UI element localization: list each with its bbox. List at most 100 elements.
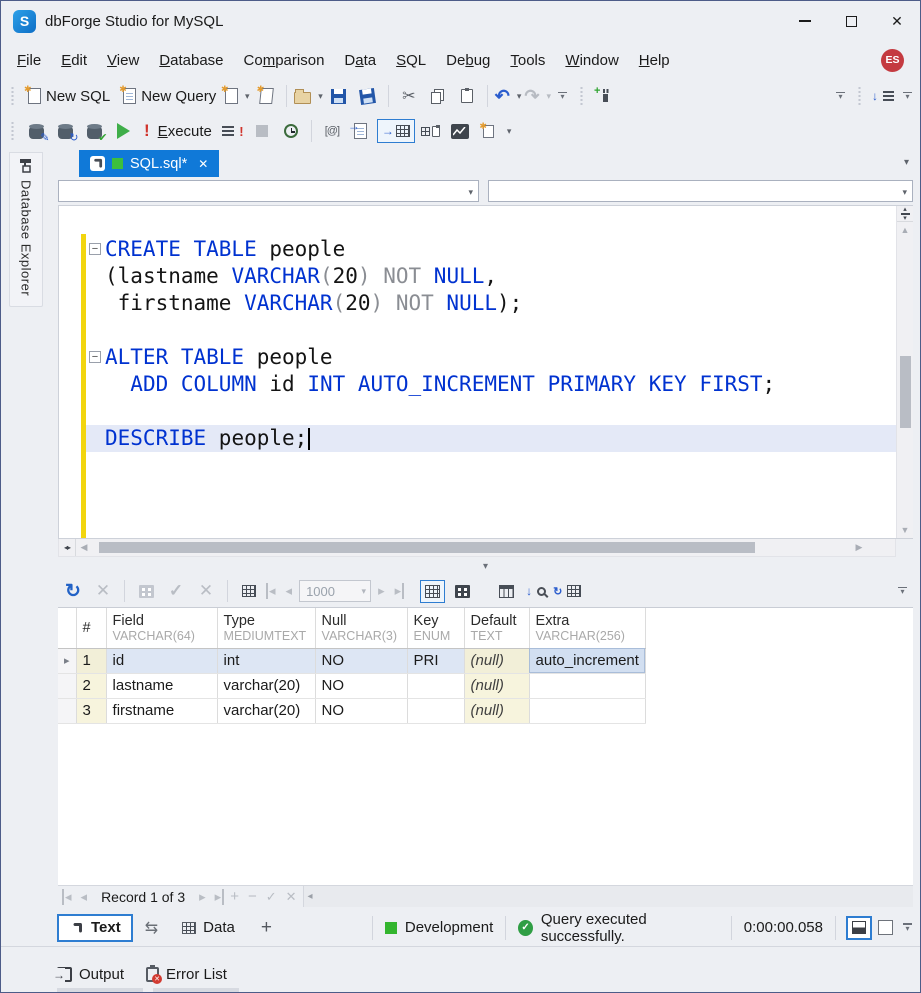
toolbar-grip[interactable] xyxy=(579,86,584,106)
menu-item-tools[interactable]: Tools xyxy=(500,47,555,74)
error-list-panel-tab[interactable]: ✕ Error List xyxy=(146,955,227,993)
new-sql-button[interactable]: ✱ New SQL xyxy=(23,83,115,109)
horizontal-scroll-thumb[interactable] xyxy=(99,542,755,553)
grid-horizontal-scrollbar[interactable]: ◂ xyxy=(303,886,913,907)
sql-code[interactable]: CREATE TABLE people(lastname VARCHAR(20)… xyxy=(59,206,896,452)
history-button[interactable] xyxy=(278,118,304,144)
column-chooser-button[interactable] xyxy=(493,578,519,604)
menu-item-file[interactable]: File xyxy=(7,47,51,74)
close-button[interactable]: ✕ xyxy=(874,1,920,41)
column-header-null[interactable]: NullVARCHAR(3) xyxy=(315,608,407,648)
column-header-key[interactable]: KeyENUM xyxy=(407,608,464,648)
grid-cell[interactable]: int xyxy=(217,648,315,673)
fit-columns-button[interactable] xyxy=(236,578,262,604)
collapse-region-toggle[interactable]: − xyxy=(89,351,101,363)
column-header-default[interactable]: DefaultTEXT xyxy=(464,608,529,648)
grid-cell[interactable]: lastname xyxy=(106,673,217,698)
previous-record-button[interactable]: ◂ xyxy=(78,889,91,905)
document-tab-sql[interactable]: SQL.sql* ✕ xyxy=(79,150,219,177)
grid-cell[interactable] xyxy=(529,698,645,723)
format-button[interactable]: ↓ xyxy=(870,83,896,109)
code-line-active[interactable]: DESCRIBE people; xyxy=(86,425,896,452)
code-line[interactable]: (lastname VARCHAR(20) NOT NULL, xyxy=(86,263,896,290)
scroll-left-arrow[interactable]: ◀ xyxy=(76,542,92,553)
save-button[interactable] xyxy=(326,83,352,109)
post-changes-button[interactable]: ✓ xyxy=(163,578,189,604)
next-page-button[interactable]: ▸ xyxy=(375,583,388,599)
refresh-connection-button[interactable]: ↻ xyxy=(52,118,78,144)
code-line[interactable]: ADD COLUMN id INT AUTO_INCREMENT PRIMARY… xyxy=(86,371,896,398)
stop-button[interactable] xyxy=(249,118,275,144)
menu-item-data[interactable]: Data xyxy=(334,47,386,74)
undo-button[interactable]: ↶▾ xyxy=(495,83,522,109)
grid-cell[interactable]: 3 xyxy=(76,698,106,723)
execute-script-button[interactable]: ! xyxy=(220,118,246,144)
menu-item-window[interactable]: Window xyxy=(555,47,628,74)
column-header-extra[interactable]: ExtraVARCHAR(256) xyxy=(529,608,645,648)
next-record-button[interactable]: ▸ xyxy=(196,889,209,905)
append-record-button[interactable]: + xyxy=(227,888,242,905)
import-data-button[interactable] xyxy=(133,578,159,604)
menu-item-sql[interactable]: SQL xyxy=(386,47,436,74)
tab-close-icon[interactable]: ✕ xyxy=(198,157,208,171)
horizontal-split-handle[interactable]: ◂▸ xyxy=(59,539,76,556)
scroll-down-arrow[interactable]: ▼ xyxy=(901,522,910,538)
table-row[interactable]: 2lastnamevarchar(20)NO(null) xyxy=(58,673,645,698)
grid-cell[interactable]: auto_increment xyxy=(529,648,645,673)
grid-cell[interactable]: 1 xyxy=(76,648,106,673)
minimize-button[interactable] xyxy=(782,1,828,41)
grid-cell[interactable]: varchar(20) xyxy=(217,698,315,723)
scroll-right-arrow[interactable]: ▶ xyxy=(851,542,867,553)
menu-item-help[interactable]: Help xyxy=(629,47,680,74)
export-data-button[interactable]: ↻ xyxy=(553,578,581,604)
menu-item-database[interactable]: Database xyxy=(149,47,233,74)
new-document-button[interactable]: ✱ ▾ xyxy=(224,83,250,109)
layout-horizontal-button[interactable] xyxy=(846,916,872,940)
grid-cell[interactable]: varchar(20) xyxy=(217,673,315,698)
previous-page-button[interactable]: ◂ xyxy=(283,583,296,599)
query-builder-button[interactable] xyxy=(418,118,444,144)
table-row[interactable]: ▸1idintNOPRI(null)auto_increment xyxy=(58,648,645,673)
sql-editor[interactable]: CREATE TABLE people(lastname VARCHAR(20)… xyxy=(58,205,913,539)
toolbar-overflow-button[interactable]: ▾ xyxy=(558,92,567,101)
execute-button[interactable]: ! Execute xyxy=(139,118,217,144)
last-page-button[interactable]: ▸ xyxy=(392,583,405,599)
menu-item-view[interactable]: View xyxy=(97,47,149,74)
toolbar-overflow-button[interactable]: ▾ xyxy=(903,92,912,101)
grid-cell[interactable]: id xyxy=(106,648,217,673)
quick-search-button[interactable]: ↓ xyxy=(523,578,549,604)
cut-button[interactable]: ✂ xyxy=(396,83,422,109)
toolbar-overflow-button[interactable]: ▾ xyxy=(836,92,845,101)
column-header-num[interactable]: # xyxy=(76,608,106,648)
paste-button[interactable] xyxy=(454,83,480,109)
code-line[interactable] xyxy=(86,398,896,425)
refresh-results-button[interactable]: ↻ xyxy=(60,578,86,604)
run-button[interactable] xyxy=(110,118,136,144)
editor-results-splitter[interactable]: ▾ xyxy=(58,557,913,575)
add-view-button[interactable]: + xyxy=(261,917,272,939)
code-line[interactable]: CREATE TABLE people xyxy=(86,236,896,263)
grid-cell[interactable]: (null) xyxy=(464,673,529,698)
grid-cell[interactable]: firstname xyxy=(106,698,217,723)
last-record-button[interactable]: ▸ xyxy=(212,889,225,905)
check-connection-button[interactable]: ✔ xyxy=(81,118,107,144)
connect-button[interactable]: + xyxy=(592,83,618,109)
swap-view-button[interactable]: ⇆ xyxy=(145,918,158,938)
grid-cell[interactable]: NO xyxy=(315,673,407,698)
query-to-file-button[interactable]: → xyxy=(348,118,374,144)
grid-cell[interactable]: (null) xyxy=(464,648,529,673)
document-list-dropdown[interactable]: ▾ xyxy=(904,157,909,168)
code-line[interactable]: firstname VARCHAR(20) NOT NULL); xyxy=(86,290,896,317)
code-line[interactable]: ALTER TABLE people xyxy=(86,344,896,371)
toolbar-overflow-button[interactable]: ▾ xyxy=(507,126,512,137)
chart-button[interactable] xyxy=(447,118,473,144)
column-header-type[interactable]: TypeMEDIUMTEXT xyxy=(217,608,315,648)
menu-item-edit[interactable]: Edit xyxy=(51,47,97,74)
toolbar-grip[interactable] xyxy=(10,121,15,141)
grid-cell[interactable]: NO xyxy=(315,698,407,723)
post-edit-button[interactable]: ✓ xyxy=(263,889,280,905)
first-record-button[interactable]: ◂ xyxy=(62,889,75,905)
grid-cell[interactable]: (null) xyxy=(464,698,529,723)
redo-button[interactable]: ↷▾ xyxy=(524,83,551,109)
grid-cell[interactable] xyxy=(407,673,464,698)
